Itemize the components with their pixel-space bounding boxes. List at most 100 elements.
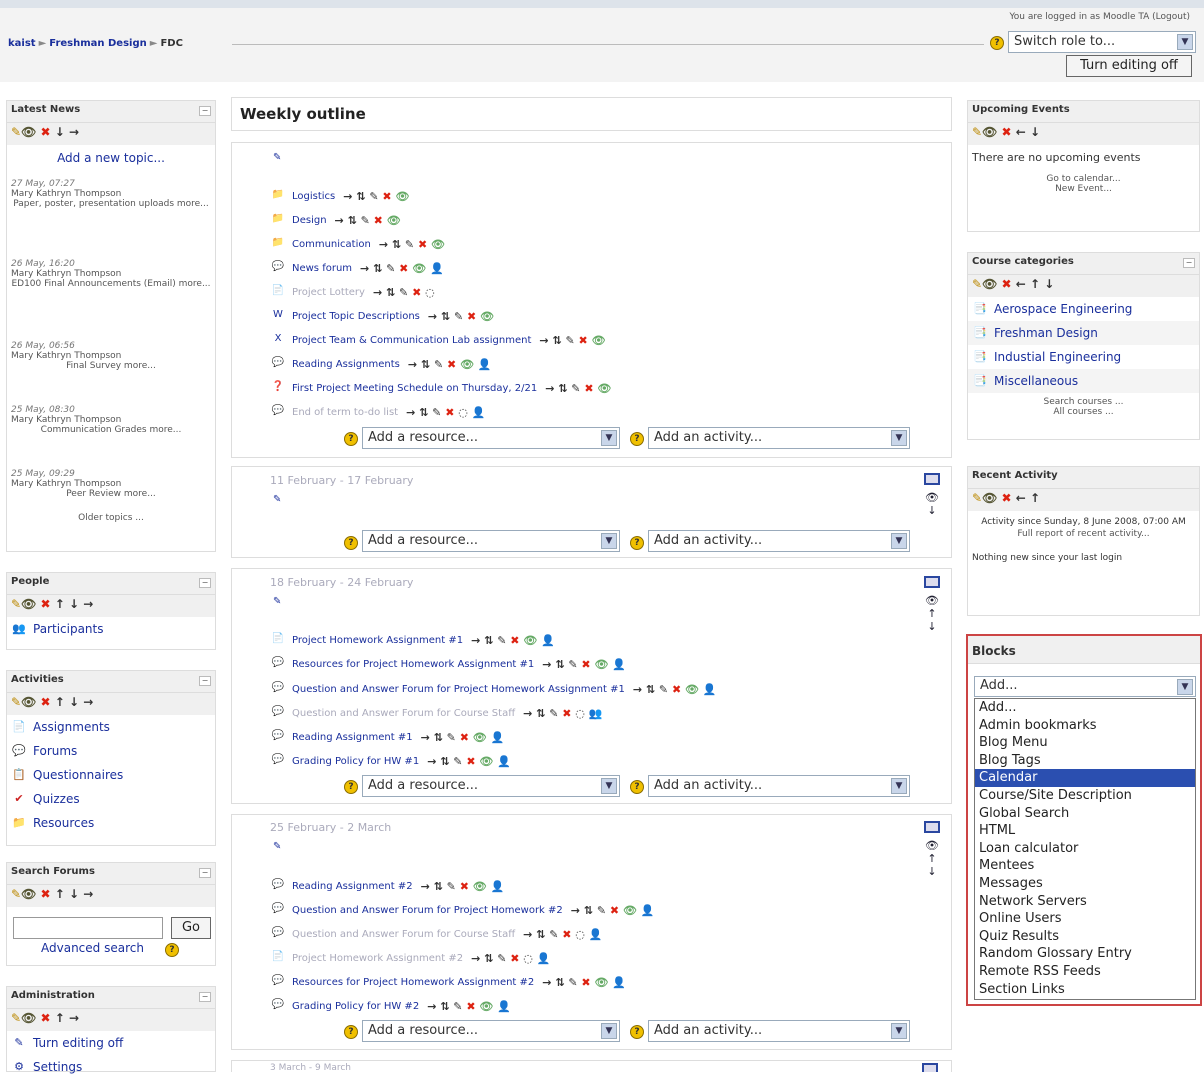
block-controls[interactable]: ✎👁 ✖ ↑ ↓ → bbox=[7, 693, 215, 715]
activity-item[interactable]: 💬 Question and Answer Forum for Project H… bbox=[270, 901, 655, 919]
new-event-link[interactable]: New Event... bbox=[968, 184, 1199, 194]
dropdown-option[interactable]: Messages bbox=[975, 875, 1195, 893]
activity-forums[interactable]: 💬 Forums bbox=[7, 739, 215, 763]
add-activity-select[interactable]: Add an activity... ▼ bbox=[648, 1020, 910, 1042]
admin-settings[interactable]: ⚙ Settings bbox=[7, 1055, 215, 1079]
hide-block-icon[interactable]: − bbox=[199, 578, 211, 588]
dropdown-option[interactable]: Mentees bbox=[975, 857, 1195, 875]
advanced-search-link[interactable]: Advanced search bbox=[41, 941, 144, 955]
login-info[interactable]: You are logged in as Moodle TA (Logout) bbox=[1009, 12, 1190, 22]
dropdown-option[interactable]: Admin bookmarks bbox=[975, 717, 1195, 735]
dropdown-option[interactable]: Blog Menu bbox=[975, 734, 1195, 752]
block-controls[interactable]: ✎👁 ✖ ↓ → bbox=[7, 123, 215, 145]
add-resource-select[interactable]: Add a resource... ▼ bbox=[362, 775, 620, 797]
hide-block-icon[interactable]: − bbox=[199, 868, 211, 878]
block-controls[interactable]: ✎👁 ✖ ↑ ↓ → bbox=[7, 885, 215, 907]
activity-item[interactable]: ❓ First Project Meeting Schedule on Thurs… bbox=[270, 379, 612, 397]
hide-block-icon[interactable]: − bbox=[199, 676, 211, 686]
activity-item[interactable]: 💬 Reading Assignments → ⇅ ✎ ✖ 👁 👤 bbox=[270, 355, 492, 373]
activity-item[interactable]: 💬 Grading Policy for HW #2 → ⇅ ✎ ✖ 👁 👤 bbox=[270, 997, 511, 1015]
help-icon[interactable]: ? bbox=[344, 1025, 358, 1039]
dropdown-option[interactable]: Global Search bbox=[975, 805, 1195, 823]
full-report-link[interactable]: Full report of recent activity... bbox=[968, 529, 1199, 539]
activity-assignments[interactable]: 📄 Assignments bbox=[7, 715, 215, 739]
summary-edit-icon[interactable]: ✎ bbox=[273, 596, 281, 607]
summary-edit-icon[interactable]: ✎ bbox=[273, 494, 281, 505]
activity-item[interactable]: 💬 Question and Answer Forum for Project H… bbox=[270, 680, 717, 698]
dropdown-option[interactable]: Section Links bbox=[975, 981, 1195, 999]
activity-item[interactable]: 💬 Reading Assignment #2 → ⇅ ✎ ✖ 👁 👤 bbox=[270, 877, 505, 895]
block-controls[interactable]: ✎👁 ✖ ↑ → bbox=[7, 1009, 215, 1031]
block-controls[interactable]: ✎👁 ✖ ← ↑ ↓ bbox=[968, 275, 1199, 297]
dropdown-option[interactable]: HTML bbox=[975, 822, 1195, 840]
breadcrumb-freshman-design[interactable]: Freshman Design bbox=[49, 38, 147, 49]
section-controls[interactable]: 👁 ↓ bbox=[922, 473, 942, 517]
turn-editing-off-button[interactable]: Turn editing off bbox=[1066, 55, 1192, 77]
dropdown-option[interactable]: Blog Tags bbox=[975, 752, 1195, 770]
help-icon[interactable]: ? bbox=[344, 432, 358, 446]
block-controls[interactable]: ✎👁 ✖ ↑ ↓ → bbox=[7, 595, 215, 617]
activity-item[interactable]: 💬 Question and Answer Forum for Course St… bbox=[270, 704, 603, 722]
older-topics-link[interactable]: Older topics ... bbox=[7, 513, 215, 523]
summary-edit-icon[interactable]: ✎ bbox=[273, 152, 281, 163]
hide-block-icon[interactable]: − bbox=[199, 992, 211, 1002]
block-controls[interactable]: ✎👁 ✖ ← ↑ bbox=[968, 489, 1199, 511]
participants-link[interactable]: 👥 Participants bbox=[7, 617, 215, 641]
category-misc[interactable]: 📑 Miscellaneous bbox=[968, 369, 1199, 393]
section-controls[interactable]: 👁 ↑ ↓ bbox=[922, 576, 942, 633]
dropdown-option[interactable]: Online Users bbox=[975, 910, 1195, 928]
highlight-icon[interactable] bbox=[922, 1063, 938, 1072]
activity-resources[interactable]: 📁 Resources bbox=[7, 811, 215, 835]
activity-item[interactable]: X Project Team & Communication Lab assign… bbox=[270, 331, 606, 349]
add-topic-link[interactable]: Add a new topic... bbox=[7, 151, 215, 165]
help-icon[interactable]: ? bbox=[165, 943, 179, 957]
category-industrial[interactable]: 📑 Industial Engineering bbox=[968, 345, 1199, 369]
help-icon[interactable]: ? bbox=[630, 536, 644, 550]
dropdown-option[interactable]: Remote RSS Feeds bbox=[975, 963, 1195, 981]
goto-calendar-link[interactable]: Go to calendar... bbox=[968, 174, 1199, 184]
activity-item[interactable]: 💬 Reading Assignment #1 → ⇅ ✎ ✖ 👁 👤 bbox=[270, 728, 505, 746]
dropdown-option[interactable]: Course/Site Description bbox=[975, 787, 1195, 805]
go-button[interactable]: Go bbox=[171, 917, 211, 939]
activity-item[interactable]: 📁 Logistics → ⇅ ✎ ✖ 👁 bbox=[270, 187, 410, 205]
dropdown-option[interactable]: Random Glossary Entry bbox=[975, 945, 1195, 963]
all-courses-link[interactable]: All courses ... bbox=[968, 407, 1199, 417]
help-icon[interactable]: ? bbox=[990, 36, 1004, 50]
add-activity-select[interactable]: Add an activity... ▼ bbox=[648, 775, 910, 797]
add-block-dropdown[interactable]: Add... Admin bookmarks Blog Menu Blog Ta… bbox=[974, 698, 1196, 1000]
dropdown-option[interactable]: Loan calculator bbox=[975, 840, 1195, 858]
dropdown-option-highlighted[interactable]: Calendar bbox=[975, 769, 1195, 787]
activity-item[interactable]: 💬 Resources for Project Homework Assignme… bbox=[270, 655, 626, 673]
activity-item[interactable]: 💬 Question and Answer Forum for Course St… bbox=[270, 925, 603, 943]
search-input[interactable] bbox=[13, 917, 163, 939]
activity-item[interactable]: 📁 Design → ⇅ ✎ ✖ 👁 bbox=[270, 211, 401, 229]
hide-block-icon[interactable]: − bbox=[1183, 258, 1195, 268]
add-block-select[interactable]: Add... ▼ bbox=[974, 676, 1196, 697]
activity-questionnaires[interactable]: 📋 Questionnaires bbox=[7, 763, 215, 787]
search-courses-link[interactable]: Search courses ... bbox=[968, 397, 1199, 407]
category-freshman-design[interactable]: 📑 Freshman Design bbox=[968, 321, 1199, 345]
help-icon[interactable]: ? bbox=[630, 780, 644, 794]
activity-item[interactable]: W Project Topic Descriptions → ⇅ ✎ ✖ 👁 bbox=[270, 307, 494, 325]
hide-block-icon[interactable]: − bbox=[199, 106, 211, 116]
activity-item[interactable]: 💬 Resources for Project Homework Assignme… bbox=[270, 973, 626, 991]
help-icon[interactable]: ? bbox=[344, 780, 358, 794]
activity-quizzes[interactable]: ✔ Quizzes bbox=[7, 787, 215, 811]
switch-role-select[interactable]: Switch role to... ▼ bbox=[1008, 31, 1196, 53]
activity-item[interactable]: 📄 Project Homework Assignment #1 → ⇅ ✎ ✖ 👁… bbox=[270, 631, 555, 649]
section-controls[interactable]: 👁 ↑ ↓ bbox=[922, 821, 942, 878]
summary-edit-icon[interactable]: ✎ bbox=[273, 841, 281, 852]
add-activity-select[interactable]: Add an activity... ▼ bbox=[648, 530, 910, 552]
add-activity-select[interactable]: Add an activity... ▼ bbox=[648, 427, 910, 449]
activity-item[interactable]: 💬 News forum → ⇅ ✎ ✖ 👁 👤 bbox=[270, 259, 444, 277]
dropdown-option[interactable]: Network Servers bbox=[975, 893, 1195, 911]
category-aerospace[interactable]: 📑 Aerospace Engineering bbox=[968, 297, 1199, 321]
add-resource-select[interactable]: Add a resource... ▼ bbox=[362, 1020, 620, 1042]
activity-item[interactable]: 📁 Communication → ⇅ ✎ ✖ 👁 bbox=[270, 235, 445, 253]
activity-item[interactable]: 📄 Project Homework Assignment #2 → ⇅ ✎ ✖ ◌… bbox=[270, 949, 551, 967]
breadcrumb-kaist[interactable]: kaist bbox=[8, 38, 36, 49]
help-icon[interactable]: ? bbox=[630, 432, 644, 446]
activity-item[interactable]: 📄 Project Lottery → ⇅ ✎ ✖ ◌ bbox=[270, 283, 435, 301]
admin-turn-editing-off[interactable]: ✎ Turn editing off bbox=[7, 1031, 215, 1055]
add-resource-select[interactable]: Add a resource... ▼ bbox=[362, 530, 620, 552]
